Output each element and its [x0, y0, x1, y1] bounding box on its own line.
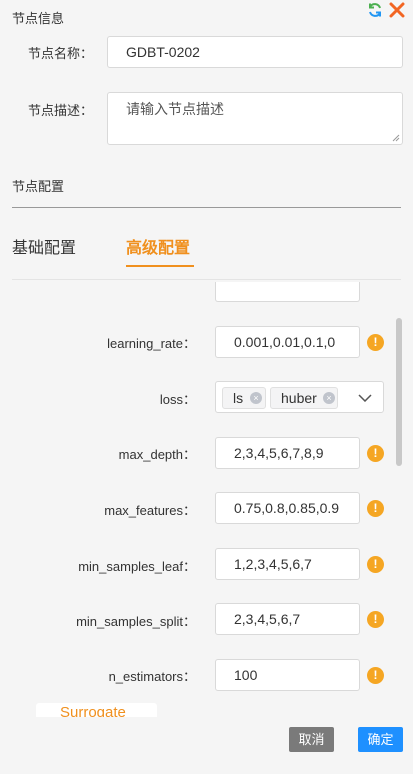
n-estimators-label: n_estimators： [108, 669, 196, 684]
loss-multiselect[interactable]: ls × huber × [215, 381, 384, 413]
chevron-down-icon[interactable] [358, 394, 372, 402]
loss-tag-ls-label: ls [233, 390, 244, 406]
panel-actions [367, 2, 405, 18]
close-icon[interactable] [389, 2, 405, 18]
learning-rate-label: learning_rate： [107, 336, 196, 351]
warning-icon[interactable]: ! [367, 445, 384, 462]
max-depth-input[interactable]: 2,3,4,5,6,7,8,9 [215, 437, 360, 469]
node-desc-placeholder: 请输入节点描述 [126, 101, 224, 117]
confirm-button[interactable]: 确定 [358, 727, 403, 752]
node-config-title: 节点配置 [12, 179, 65, 194]
node-desc-textarea[interactable]: 请输入节点描述 [107, 92, 403, 145]
tag-close-icon[interactable]: × [250, 392, 262, 404]
partial-param-input[interactable] [215, 282, 360, 302]
learning-rate-input[interactable]: 0.001,0.01,0.1,0 [215, 326, 360, 358]
surrogate-section-header[interactable]: Surrogate [36, 703, 157, 717]
refresh-icon[interactable] [367, 2, 383, 18]
loss-tag-huber-label: huber [281, 390, 317, 406]
cancel-button[interactable]: 取消 [289, 727, 334, 752]
min-samples-split-input[interactable]: 2,3,4,5,6,7 [215, 603, 360, 635]
n-estimators-input[interactable]: 100 [215, 659, 360, 691]
warning-icon[interactable]: ! [367, 500, 384, 517]
min-samples-leaf-label: min_samples_leaf： [78, 559, 196, 574]
loss-label: loss： [159, 392, 196, 407]
config-divider [12, 207, 401, 208]
warning-icon[interactable]: ! [367, 334, 384, 351]
warning-icon[interactable]: ! [367, 556, 384, 573]
min-samples-leaf-input[interactable]: 1,2,3,4,5,6,7 [215, 548, 360, 580]
warning-icon[interactable]: ! [367, 667, 384, 684]
node-info-title: 节点信息 [12, 11, 65, 26]
max-features-input[interactable]: 0.75,0.8,0.85,0.9 [215, 492, 360, 524]
scrollbar-thumb[interactable] [396, 318, 402, 466]
loss-tag-huber: huber × [270, 387, 338, 409]
max-features-label: max_features： [104, 503, 196, 518]
tab-advanced-config[interactable]: 高级配置 [126, 234, 190, 258]
surrogate-label: Surrogate [60, 704, 126, 717]
active-tab-indicator [126, 265, 194, 267]
tag-close-icon[interactable]: × [323, 392, 335, 404]
node-desc-label: 节点描述： [28, 103, 94, 118]
tab-basic-config[interactable]: 基础配置 [12, 234, 76, 258]
node-name-label: 节点名称： [28, 46, 94, 61]
max-depth-label: max_depth： [118, 447, 196, 462]
node-name-input[interactable]: GDBT-0202 [107, 36, 403, 68]
min-samples-split-label: min_samples_split： [76, 614, 196, 629]
loss-tag-ls: ls × [222, 387, 266, 409]
resize-grip-icon[interactable] [392, 134, 400, 142]
tabs-divider [12, 279, 401, 280]
node-name-value: GDBT-0202 [126, 44, 200, 60]
warning-icon[interactable]: ! [367, 611, 384, 628]
